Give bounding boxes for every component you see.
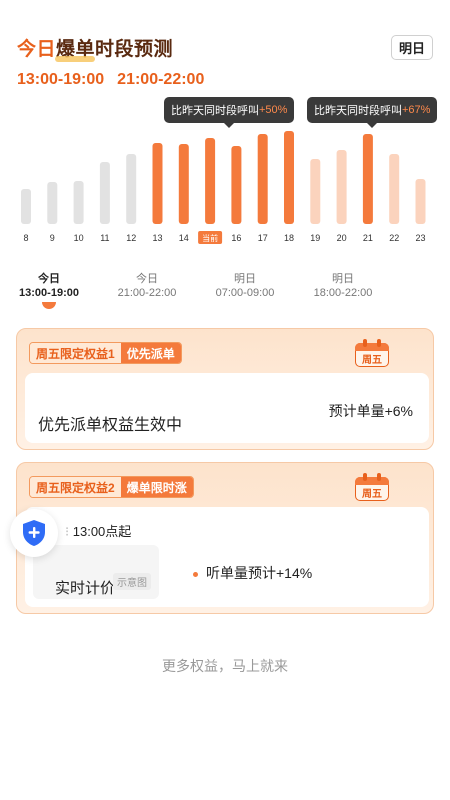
more-benefits-footer: 更多权益，马上就来 — [162, 658, 288, 674]
benefit-2-name: 爆单限时涨 — [120, 477, 193, 497]
bar-11 — [99, 162, 110, 224]
slot-3-range: 07:00-09:00 — [215, 287, 275, 299]
tick-label-8: 8 — [23, 233, 28, 243]
bar-16 — [231, 146, 242, 224]
slot-4-range: 18:00-22:00 — [313, 287, 373, 299]
title-decoration — [55, 56, 95, 62]
bar-22 — [389, 154, 400, 224]
sample-illustration: 实时计价 示意图 — [33, 545, 159, 599]
bar-21 — [362, 134, 373, 224]
benefit-2-label: 周五限定权益2 — [30, 477, 121, 497]
sample-tag: 示意图 — [113, 573, 151, 590]
tick-label-9: 9 — [50, 233, 55, 243]
tick-label-13: 13 — [152, 233, 162, 243]
benefit-1-label: 周五限定权益1 — [30, 343, 121, 363]
tick-label-16: 16 — [231, 233, 241, 243]
bar-20 — [336, 150, 347, 224]
tick-label-19: 19 — [310, 233, 320, 243]
bar-9 — [47, 182, 58, 224]
benefit-tag: 周五限定权益2 爆单限时涨 — [29, 476, 194, 498]
bar-17 — [257, 134, 268, 224]
slot-3-day: 明日 — [234, 273, 256, 285]
tick-label-23: 23 — [415, 233, 425, 243]
slot-4-day: 明日 — [332, 273, 354, 285]
benefit-2-estimate-text: 听单量预计+14% — [206, 565, 313, 581]
bar-18 — [284, 131, 294, 224]
calendar-icon: 周五 — [355, 337, 389, 367]
bar-14 — [178, 144, 189, 224]
time-slot-tab-3[interactable]: 明日 07:00-09:00 — [200, 272, 290, 300]
tick-label-20: 20 — [337, 233, 347, 243]
tick-label-18: 18 — [284, 233, 294, 243]
tick-label-21: 21 — [363, 233, 373, 243]
slot-2-day: 今日 — [136, 273, 158, 285]
tomorrow-button[interactable]: 明日 — [391, 35, 433, 60]
tick-label-10: 10 — [74, 233, 84, 243]
title-today: 今日 — [17, 39, 57, 60]
bullet-dot — [193, 571, 198, 577]
time-slot-tab-4[interactable]: 明日 18:00-22:00 — [298, 272, 388, 300]
time-slot-tab-1[interactable]: 今日 13:00-19:00 — [4, 272, 94, 300]
slot-2-range: 21:00-22:00 — [117, 287, 177, 299]
calendar-day: 周五 — [362, 355, 382, 366]
benefit-1-status: 优先派单权益生效中 — [38, 417, 183, 434]
tick-label-22: 22 — [389, 233, 399, 243]
tooltip-1-value: +50% — [259, 104, 288, 116]
peak-times: 13:00-19:00 21:00-22:00 — [17, 71, 204, 89]
benefit-2-estimate: 听单量预计+14% — [193, 563, 312, 583]
time-slot-tab-2[interactable]: 今日 21:00-22:00 — [102, 272, 192, 300]
shield-plus-icon — [23, 520, 45, 546]
hourly-forecast-chart: 8 9 10 11 12 13 14 当前 16 17 18 19 20 21 22 23 — [21, 131, 426, 244]
calendar-icon: 周五 — [355, 471, 389, 501]
benefit-2-content: ⁝ 13:00点起 实时计价 示意图 听单量预计+14% — [25, 507, 429, 607]
bar-10 — [73, 181, 84, 224]
tooltip-2-text: 比昨天同时段呼叫 — [314, 105, 402, 117]
tooltip-2-value: +67% — [402, 104, 431, 116]
bar-当前 — [205, 138, 216, 224]
time-slot-tabs: 今日 13:00-19:00 今日 21:00-22:00 明日 07:00-0… — [0, 268, 450, 318]
calendar-day: 周五 — [362, 489, 382, 500]
benefit-card-priority-dispatch: 周五限定权益1 优先派单 周五 优先派单权益生效中 预计单量+6% — [16, 328, 434, 450]
bar-19 — [310, 159, 321, 224]
bar-8 — [21, 189, 31, 224]
slot-1-day: 今日 — [38, 273, 60, 285]
bar-12 — [126, 154, 137, 224]
tick-label-14: 14 — [179, 233, 189, 243]
peak-time-2: 21:00-22:00 — [117, 71, 205, 88]
slot-1-range: 13:00-19:00 — [19, 287, 79, 299]
bar-23 — [415, 179, 426, 224]
benefit-card-surge-pricing: 周五限定权益2 爆单限时涨 周五 ⁝ 13:00点起 实时计价 示意图 听单量预… — [16, 462, 434, 614]
tick-label-11: 11 — [100, 233, 109, 243]
tick-label-17: 17 — [258, 233, 268, 243]
benefit-1-name: 优先派单 — [120, 343, 181, 363]
benefit-2-start: ⁝ 13:00点起 — [65, 524, 132, 539]
benefit-2-title: 实时计价 — [55, 580, 116, 597]
bar-13 — [152, 143, 163, 224]
benefit-1-estimate: 预计单量+6% — [328, 403, 413, 419]
benefit-1-content: 优先派单权益生效中 预计单量+6% — [25, 373, 429, 443]
peak-time-1: 13:00-19:00 — [17, 71, 105, 88]
page-title: 今日爆单时段预测 — [17, 34, 173, 61]
safety-shield-button[interactable] — [10, 509, 58, 557]
benefit-tag: 周五限定权益1 优先派单 — [29, 342, 182, 364]
tick-label-12: 12 — [126, 233, 136, 243]
title-row: 今日爆单时段预测 — [17, 34, 173, 62]
benefit-2-start-text: 13:00点起 — [72, 524, 132, 539]
tooltip-1-text: 比昨天同时段呼叫 — [171, 105, 259, 117]
tick-label-当前: 当前 — [202, 233, 218, 243]
